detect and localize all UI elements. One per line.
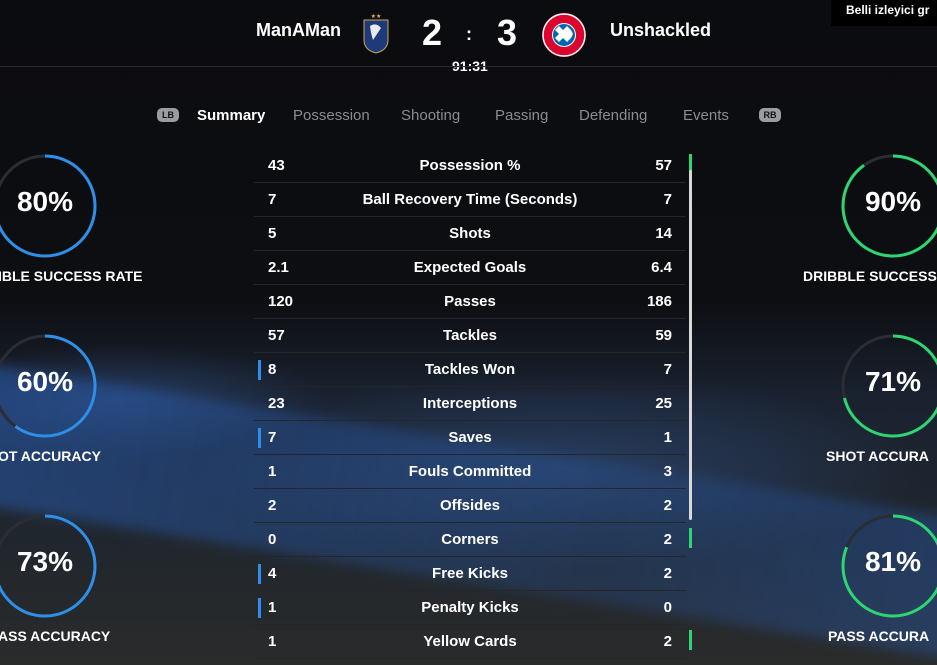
tab-defending[interactable]: Defending [579, 107, 647, 124]
header-divider [0, 66, 937, 67]
tab-possession[interactable]: Possession [293, 107, 370, 124]
home-dribble-percent: 80% [16, 186, 74, 217]
stat-row: 43 Possession % 57 [254, 149, 692, 183]
away-pass-percent: 81% [864, 546, 922, 577]
stat-row: 2.1 Expected Goals 6.4 [254, 251, 692, 285]
stat-label: Interceptions [422, 395, 518, 412]
stat-away-value: 1 [663, 429, 672, 446]
stats-scrollbar[interactable] [689, 170, 692, 520]
stat-row: 1 Yellow Cards 2 [254, 625, 692, 659]
stat-label: Offsides [439, 497, 500, 514]
stat-label: Yellow Cards [423, 633, 517, 650]
away-dribble-percent: 90% [864, 186, 922, 217]
stat-row: 1 Fouls Committed 3 [254, 455, 692, 489]
stat-row: 0 Corners 2 [254, 523, 692, 557]
home-pass-ring: 73% [0, 512, 99, 620]
stat-label: Possession % [419, 157, 521, 174]
stat-away-value: 3 [663, 463, 672, 480]
home-pass-label: ASS ACCURACY [0, 628, 111, 644]
stat-away-value: 7 [663, 361, 672, 378]
stat-away-value: 57 [655, 157, 672, 174]
stat-away-value: 2 [663, 531, 672, 548]
rb-button-icon[interactable]: RB [759, 108, 781, 122]
stat-away-value: 7 [663, 191, 672, 208]
bayern-crest-icon [542, 13, 586, 57]
stat-row: 23 Interceptions 25 [254, 387, 692, 421]
away-shot-percent: 71% [864, 366, 922, 397]
away-pass-ring: 81% [839, 512, 937, 620]
stat-row: 120 Passes 186 [254, 285, 692, 319]
away-team-name: Unshackled [610, 20, 712, 40]
stats-table[interactable]: 43 Possession % 57 7 Ball Recovery Time (Sec… [254, 149, 692, 659]
home-shot-label: OT ACCURACY [0, 448, 101, 464]
away-shot-ring: 71% [839, 332, 937, 440]
home-team-name: ManAMan [256, 20, 341, 40]
stat-away-value: 14 [655, 225, 672, 242]
stat-label: Passes [444, 293, 496, 310]
stat-row: 8 Tackles Won 7 [254, 353, 686, 387]
stat-away-value: 6.4 [651, 259, 672, 276]
stat-label: Saves [448, 429, 492, 446]
stat-row: 7 Saves 1 [254, 421, 686, 455]
home-shot-ring: 60% [0, 332, 99, 440]
home-dribble-ring: 80% [0, 152, 99, 260]
tab-shooting[interactable]: Shooting [401, 107, 460, 124]
stat-row: 7 Ball Recovery Time (Seconds) 7 [254, 183, 686, 217]
stat-away-value: 2 [663, 565, 672, 582]
stat-label: Ball Recovery Time (Seconds) [362, 191, 578, 208]
stat-row: 1 Penalty Kicks 0 [254, 591, 686, 625]
stat-row: 4 Free Kicks 2 [254, 557, 686, 591]
stat-row: 2 Offsides 2 [254, 489, 686, 523]
home-dribble-label: IBLE SUCCESS RATE [0, 268, 143, 284]
tab-summary[interactable]: Summary [197, 107, 265, 124]
away-pass-label: PASS ACCURA [828, 628, 930, 644]
stats-tab-bar: LB Summary Possession Shooting Passing D… [0, 107, 937, 127]
stat-label: Shots [449, 225, 491, 242]
stat-label: Free Kicks [432, 565, 508, 582]
stat-row: 5 Shots 14 [254, 217, 692, 251]
notification-text: Belli izleyici gr [846, 3, 930, 17]
score-separator: : [466, 24, 472, 44]
home-score: 2 [422, 12, 443, 53]
lb-button-icon[interactable]: LB [157, 108, 179, 122]
home-shot-percent: 60% [16, 366, 74, 397]
stat-away-value: 25 [655, 395, 672, 412]
notification-toast: Belli izleyici gr [831, 0, 937, 26]
stat-away-value: 59 [655, 327, 672, 344]
stat-label: Expected Goals [413, 259, 527, 276]
tab-events[interactable]: Events [683, 107, 729, 124]
away-score: 3 [497, 12, 518, 53]
stat-label: Fouls Committed [408, 463, 532, 480]
stat-away-value: 2 [663, 633, 672, 650]
stat-label: Penalty Kicks [421, 599, 519, 616]
france-crest-icon: ★★ [363, 13, 389, 54]
stat-row: 57 Tackles 59 [254, 319, 692, 353]
home-pass-percent: 73% [16, 546, 74, 577]
away-dribble-label: DRIBBLE SUCCESS [803, 268, 937, 284]
away-dribble-ring: 90% [839, 152, 937, 260]
stat-away-value: 0 [663, 599, 672, 616]
stat-away-value: 2 [663, 497, 672, 514]
stat-label: Tackles Won [424, 361, 516, 378]
away-shot-label: SHOT ACCURA [826, 448, 929, 464]
tab-passing[interactable]: Passing [495, 107, 548, 124]
stat-label: Tackles [443, 327, 497, 344]
away-leader-bar [689, 528, 692, 548]
stat-away-value: 186 [646, 293, 672, 310]
svg-text:★★: ★★ [371, 13, 382, 20]
away-leader-bar [689, 630, 692, 650]
stat-label: Corners [441, 531, 499, 548]
